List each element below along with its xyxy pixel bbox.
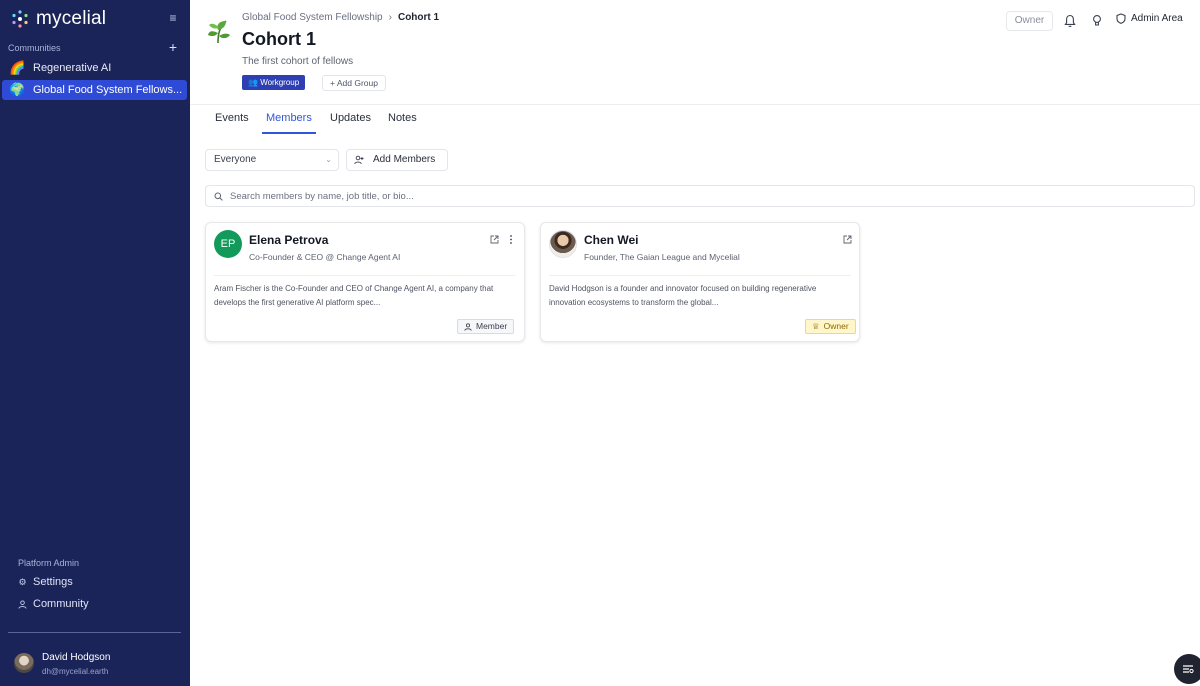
workgroup-badge: 👥 Workgroup [242,75,306,90]
page-subtitle: The first cohort of fellows [242,56,354,67]
lightbulb-icon[interactable] [1091,14,1103,28]
member-filter-value: Everyone [214,154,257,165]
add-members-button[interactable]: Add Members [346,149,448,171]
brand-name: mycelial [36,8,107,29]
add-group-button[interactable]: + Add Group [322,75,386,91]
member-filter-select[interactable]: Everyone ⌄ [205,149,339,171]
workgroup-badge-label: Workgroup [260,78,300,87]
hamburger-icon: ≡ [169,11,177,25]
tab-updates[interactable]: Updates [330,112,371,134]
member-bio: Aram Fischer is the Co-Founder and CEO o… [214,284,494,307]
member-title: Co-Founder & CEO @ Change Agent AI [249,252,401,262]
tab-events[interactable]: Events [215,112,249,134]
member-name: Chen Wei [584,233,639,247]
member-name: Elena Petrova [249,233,329,247]
shield-icon [1116,13,1126,24]
member-card[interactable]: EP Elena Petrova Co-Founder & CEO @ Chan… [205,222,525,342]
external-link-icon[interactable] [490,235,499,244]
breadcrumb-current: Cohort 1 [397,12,440,23]
community-label: Regenerative AI [33,62,112,74]
member-bio: David Hodgson is a founder and innovator… [549,284,817,307]
add-community-button[interactable]: + [166,40,180,54]
floating-action-button[interactable] [1174,654,1200,684]
sidebar: mycelial ≡ Communities + 🌈 Regenerative … [0,0,190,686]
community-item-regenerative-ai[interactable]: 🌈 Regenerative AI [2,58,187,78]
community-label: Global Food System Fellows... [33,84,183,96]
tab-notes[interactable]: Notes [388,112,417,134]
crown-icon: ♕ [812,321,820,331]
communities-label: Communities [8,43,61,53]
tab-members[interactable]: Members [262,112,316,134]
avatar [549,230,577,258]
role-badge: Member [457,319,515,334]
sidebar-item-settings[interactable]: ⚙ Settings [18,574,73,590]
mycelial-logo-icon [12,10,28,28]
sidebar-item-label: Community [33,598,89,610]
sidebar-item-label: Settings [33,576,73,588]
sidebar-item-community[interactable]: Community [18,596,89,612]
person-icon [464,322,472,331]
chevron-down-icon: ⌄ [325,155,332,164]
header-divider [190,104,1200,105]
leaf-icon [208,20,230,44]
card-divider [549,275,851,276]
add-person-icon [354,155,364,165]
person-icon [18,599,27,609]
community-item-global-food-system[interactable]: 🌍 Global Food System Fellows... [2,80,187,100]
member-title: Founder, The Gaian League and Mycelial [584,252,740,262]
list-settings-icon [1183,665,1194,674]
card-divider [214,275,516,276]
admin-area-link[interactable]: Admin Area [1116,13,1183,24]
chevron-right-icon: › [388,12,392,23]
user-name: David Hodgson [42,652,111,663]
bell-icon[interactable] [1064,14,1076,28]
external-link-icon[interactable] [843,235,852,244]
sidebar-menu-button[interactable]: ≡ [166,11,180,25]
search-icon [214,192,223,201]
breadcrumb: Global Food System Fellowship › Cohort 1 [242,12,439,23]
role-label: Member [476,321,508,331]
role-badge: ♕ Owner [805,319,856,334]
user-email: dh@mycelial.earth [42,667,109,676]
role-pill: Owner [1006,11,1053,31]
search-input[interactable] [230,187,1180,205]
globe-icon: 🌍 [9,82,26,97]
avatar: EP [214,230,242,258]
role-label: Owner [823,321,849,331]
page-title: Cohort 1 [242,29,316,49]
breadcrumb-parent-link[interactable]: Global Food System Fellowship [242,12,383,23]
search-box [205,185,1195,207]
add-members-label: Add Members [373,154,436,165]
admin-area-label: Admin Area [1131,13,1183,24]
group-icon: 👥 [248,78,258,87]
rainbow-icon: 🌈 [9,60,26,75]
plus-icon: + [168,39,178,55]
platform-admin-label: Platform Admin [18,558,80,568]
more-vertical-icon[interactable] [508,234,514,245]
sidebar-divider [8,632,181,633]
member-card[interactable]: Chen Wei Founder, The Gaian League and M… [540,222,860,342]
brand[interactable]: mycelial [10,8,106,30]
avatar[interactable] [14,653,34,673]
gear-icon: ⚙ [18,576,27,587]
